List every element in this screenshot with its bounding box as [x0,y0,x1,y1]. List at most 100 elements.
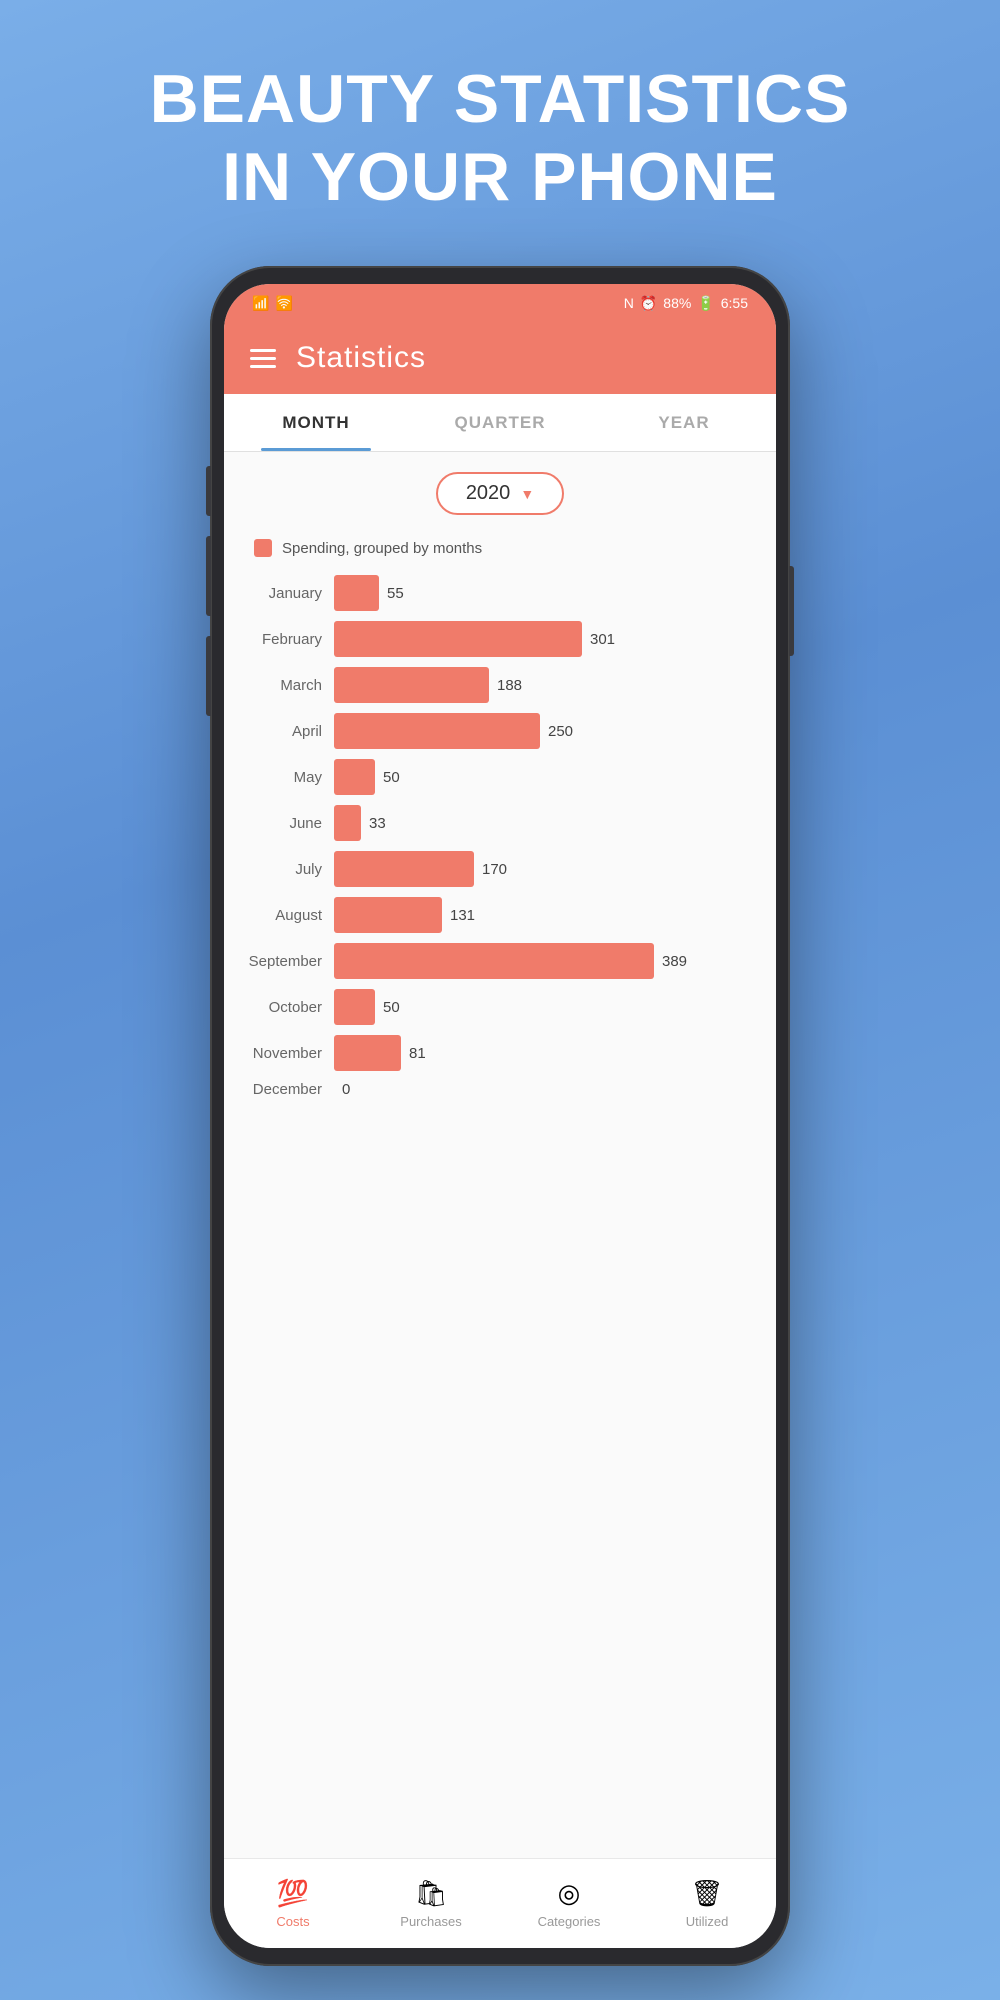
bar-track: 188 [334,667,766,703]
bar-month-label: July [234,861,334,878]
bar-row: January 55 [224,575,776,611]
bar-track: 250 [334,713,766,749]
bar-value-label: 389 [662,953,687,970]
bar-track: 170 [334,851,766,887]
bar-track: 50 [334,989,766,1025]
bar-row: May 50 [224,759,776,795]
bar-month-label: June [234,815,334,832]
hero-title: BEAUTY STATISTICS IN YOUR PHONE [150,60,851,216]
bar-row: July 170 [224,851,776,887]
bar-month-label: October [234,999,334,1016]
nav-label-costs: Costs [276,1914,309,1929]
nav-label-purchases: Purchases [400,1914,461,1929]
bar-value-label: 33 [369,815,386,832]
year-value: 2020 [466,482,511,505]
bar-month-label: January [234,585,334,602]
phone-mockup: 📶 🛜 N ⏰ 88% 🔋 6:55 Statistics [210,266,790,1966]
bar-row: September 389 [224,943,776,979]
nav-item-categories[interactable]: ◎ Categories [500,1878,638,1929]
nfc-icon: N [624,295,634,311]
bar-row: March188 [224,667,776,703]
bar-row: December 0 [224,1081,776,1098]
costs-icon: 💯 [277,1878,309,1909]
bar-track: 389 [334,943,766,979]
purchases-icon: 🛍 [414,1878,447,1909]
bar-row: February 301 [224,621,776,657]
bar-fill [334,989,375,1025]
bar-month-label: February [234,631,334,648]
bar-fill [334,621,582,657]
bar-value-label: 81 [409,1045,426,1062]
app-title: Statistics [296,341,426,375]
bar-track: 81 [334,1035,766,1071]
mute-button [206,466,211,516]
bar-row: June 33 [224,805,776,841]
nav-label-utilized: Utilized [686,1914,729,1929]
bar-row: November 81 [224,1035,776,1071]
bar-fill [334,759,375,795]
bar-track: 50 [334,759,766,795]
signal-icon: 📶 [252,295,269,312]
nav-item-utilized[interactable]: 🗑 Utilized [638,1878,776,1929]
bar-row: August131 [224,897,776,933]
bar-track: 301 [334,621,766,657]
bar-fill [334,805,361,841]
bar-month-label: August [234,907,334,924]
bar-track: 33 [334,805,766,841]
app-header: Statistics [224,322,776,394]
bar-value-label: 250 [548,723,573,740]
bar-month-label: April [234,723,334,740]
bar-fill [334,943,654,979]
tab-quarter[interactable]: QUARTER [408,394,592,451]
phone-shell: 📶 🛜 N ⏰ 88% 🔋 6:55 Statistics [210,266,790,1966]
bar-month-label: December [234,1081,334,1098]
chevron-down-icon: ▼ [520,486,534,502]
bar-value-label: 50 [383,769,400,786]
tab-year[interactable]: YEAR [592,394,776,451]
status-left: 📶 🛜 [252,295,293,312]
wifi-icon: 🛜 [275,295,292,312]
bar-month-label: November [234,1045,334,1062]
bar-value-label: 301 [590,631,615,648]
bar-month-label: May [234,769,334,786]
nav-label-categories: Categories [538,1914,601,1929]
bar-row: October 50 [224,989,776,1025]
bar-value-label: 55 [387,585,404,602]
bar-fill [334,897,442,933]
battery-percent: 88% [663,295,691,311]
bar-fill [334,575,379,611]
bar-value-label: 0 [342,1081,350,1098]
tabs-bar: MONTH QUARTER YEAR [224,394,776,452]
bar-value-label: 170 [482,861,507,878]
phone-screen: 📶 🛜 N ⏰ 88% 🔋 6:55 Statistics [224,284,776,1948]
bar-value-label: 50 [383,999,400,1016]
chart-legend: Spending, grouped by months [224,539,776,557]
year-dropdown[interactable]: 2020 ▼ [436,472,564,515]
legend-label: Spending, grouped by months [282,540,482,557]
bar-month-label: September [234,953,334,970]
status-bar: 📶 🛜 N ⏰ 88% 🔋 6:55 [224,284,776,322]
volume-down-button [206,636,211,716]
power-button [789,566,794,656]
year-selector: 2020 ▼ [224,472,776,515]
tab-month[interactable]: MONTH [224,394,408,451]
bar-row: April 250 [224,713,776,749]
volume-up-button [206,536,211,616]
bar-fill [334,667,489,703]
alarm-icon: ⏰ [640,295,657,312]
categories-icon: ◎ [558,1878,581,1909]
menu-button[interactable] [250,349,276,368]
nav-item-purchases[interactable]: 🛍 Purchases [362,1878,500,1929]
status-right: N ⏰ 88% 🔋 6:55 [624,295,748,312]
legend-color-dot [254,539,272,557]
bar-fill [334,713,540,749]
bar-fill [334,1035,401,1071]
clock: 6:55 [721,295,748,311]
bars-container: January 55 February 301 March188 April 250 May 5… [224,575,776,1098]
bar-track: 55 [334,575,766,611]
bar-track: 131 [334,897,766,933]
bar-value-label: 188 [497,677,522,694]
utilized-icon: 🗑 [690,1878,723,1909]
bar-track: 0 [334,1081,766,1098]
nav-item-costs[interactable]: 💯 Costs [224,1878,362,1929]
